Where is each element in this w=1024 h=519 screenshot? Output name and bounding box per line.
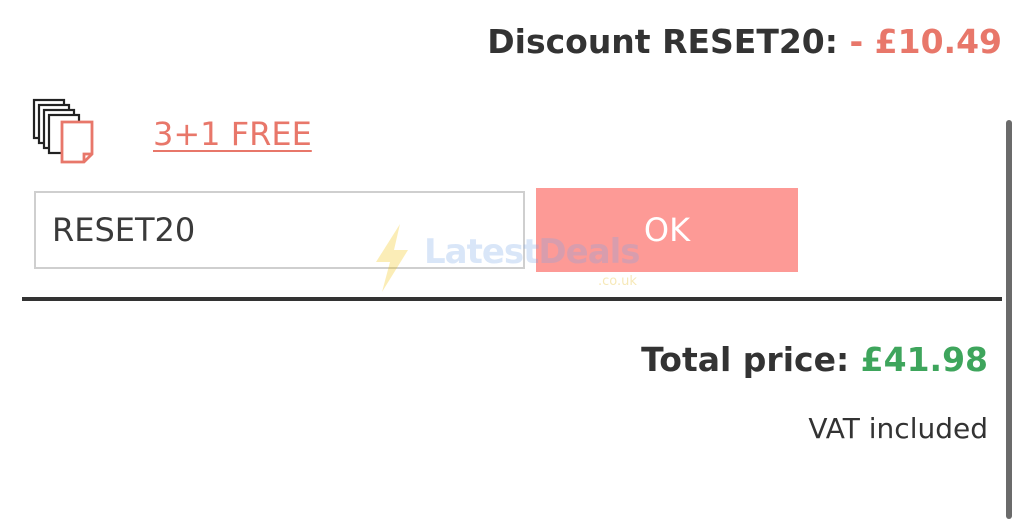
checkout-summary: Discount RESET20: - £10.49 3+1 FREE OK L…	[0, 0, 1024, 519]
watermark-domain: .co.uk	[598, 274, 637, 289]
total-row: Total price: £41.98	[641, 340, 988, 379]
stacked-documents-icon	[32, 98, 94, 164]
promo-link[interactable]: 3+1 FREE	[153, 115, 312, 153]
discount-label: Discount RESET20:	[487, 22, 838, 61]
scrollbar[interactable]	[1006, 120, 1012, 519]
discount-value: - £10.49	[849, 22, 1002, 61]
coupon-code-input[interactable]	[34, 191, 525, 269]
total-label: Total price:	[641, 340, 850, 379]
apply-coupon-button[interactable]: OK	[536, 188, 798, 272]
vat-note: VAT included	[808, 412, 988, 445]
divider	[22, 297, 1002, 301]
total-value: £41.98	[860, 340, 988, 379]
discount-row: Discount RESET20: - £10.49	[487, 22, 1002, 61]
